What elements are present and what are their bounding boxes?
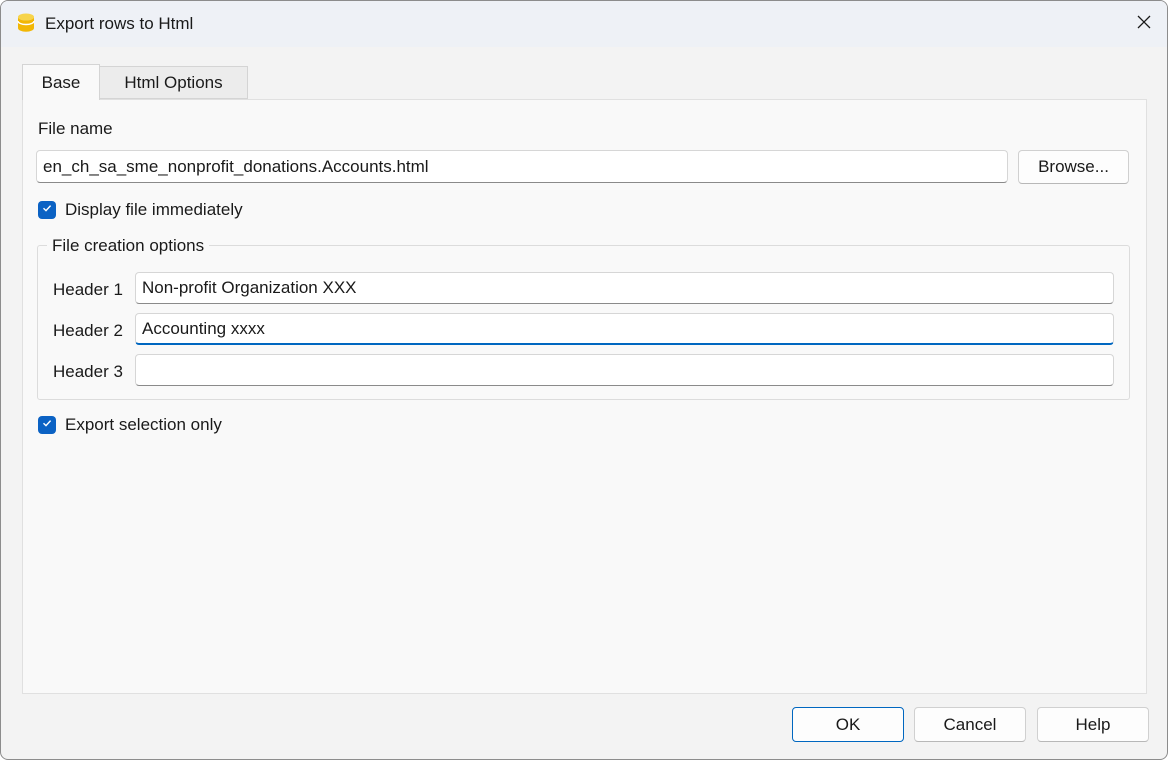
close-icon (1136, 14, 1152, 35)
header-1-label: Header 1 (53, 280, 123, 299)
export-selection-label: Export selection only (65, 415, 222, 434)
cancel-button[interactable]: Cancel (914, 707, 1026, 742)
display-immediately-checkbox[interactable] (38, 201, 56, 219)
file-name-input[interactable]: en_ch_sa_sme_nonprofit_donations.Account… (36, 150, 1008, 183)
header-2-label: Header 2 (53, 321, 123, 340)
file-name-label: File name (38, 119, 113, 138)
checkmark-icon (41, 201, 53, 219)
browse-button[interactable]: Browse... (1018, 150, 1129, 184)
header-3-label: Header 3 (53, 362, 123, 381)
title-bar: Export rows to Html (1, 1, 1167, 47)
file-creation-group-title: File creation options (47, 236, 210, 256)
tab-base[interactable]: Base (22, 64, 100, 100)
window-title: Export rows to Html (45, 14, 194, 33)
checkmark-icon (41, 416, 53, 434)
tab-html-options[interactable]: Html Options (100, 66, 248, 99)
header-1-input[interactable]: Non-profit Organization XXX (135, 272, 1114, 304)
display-immediately-label: Display file immediately (65, 200, 243, 219)
header-2-input[interactable]: Accounting xxxx (135, 313, 1114, 345)
ok-button[interactable]: OK (792, 707, 904, 742)
help-button[interactable]: Help (1037, 707, 1149, 742)
export-dialog: Export rows to Html Base Html Options Fi… (0, 0, 1168, 760)
export-selection-checkbox[interactable] (38, 416, 56, 434)
close-button[interactable] (1121, 1, 1167, 47)
banana-app-icon (17, 13, 35, 33)
header-3-input[interactable] (135, 354, 1114, 386)
